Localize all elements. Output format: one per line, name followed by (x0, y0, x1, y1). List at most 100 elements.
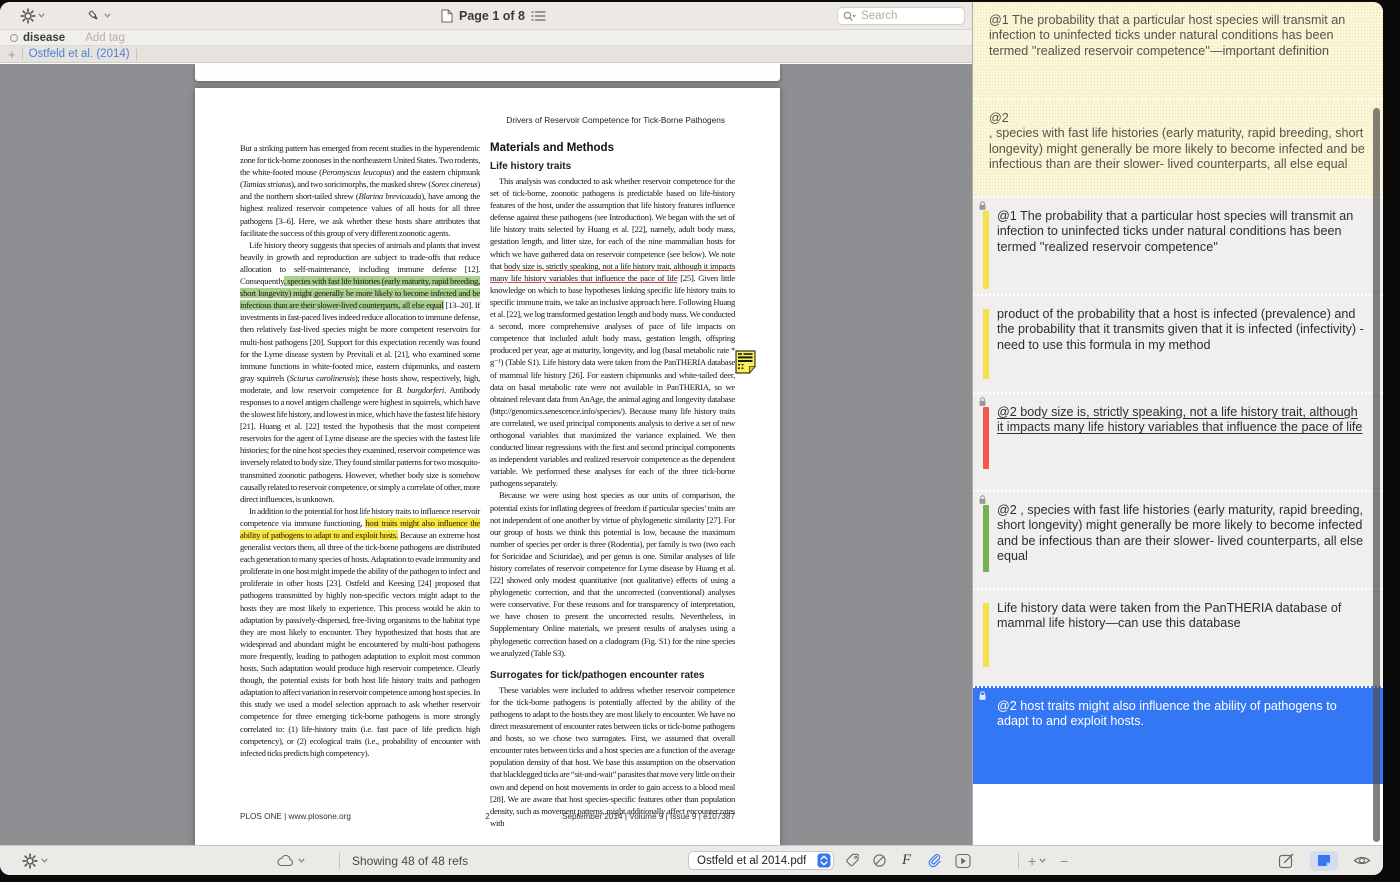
app-window: Page 1 of 8 dise (0, 2, 1383, 875)
highlight-color-bar (983, 407, 989, 469)
add-annotation-button[interactable]: + (1028, 846, 1046, 875)
tag-chip[interactable]: disease (23, 32, 65, 44)
pdf-page: Drivers of Reservoir Competence for Tick… (195, 88, 780, 845)
popup-stepper-icon (817, 853, 831, 868)
reference-link[interactable]: Ostfeld et al. (2014) (29, 48, 130, 60)
paragraph: In addition to the potential for host li… (240, 505, 480, 759)
annotation-card[interactable]: @2 , species with fast life histories (e… (973, 490, 1383, 588)
minus-icon: − (1060, 853, 1068, 869)
paragraph: But a striking pattern has emerged from … (240, 142, 480, 239)
plus-icon: + (1028, 853, 1036, 869)
page-icon[interactable] (441, 9, 453, 23)
tag-tool-button[interactable] (845, 846, 860, 875)
attachments-button[interactable] (926, 846, 942, 875)
document-name: Ostfeld et al 2014.pdf (697, 855, 806, 867)
lock-icon (978, 396, 987, 406)
notes-view-button[interactable] (1310, 851, 1338, 871)
add-reference-button[interactable]: + (8, 48, 16, 61)
divider (339, 853, 340, 869)
settings-button[interactable] (20, 8, 45, 24)
settings-button-bottom[interactable] (22, 846, 48, 875)
compose-icon[interactable] (1278, 852, 1295, 869)
gear-icon (22, 853, 38, 869)
issue-info: September 2014 | Volume 9 | Issue 9 | e1… (562, 812, 735, 821)
lock-icon (978, 690, 987, 700)
running-head: Drivers of Reservoir Competence for Tick… (240, 115, 725, 125)
divider (1018, 853, 1019, 869)
annotation-text: product of the probability that a host i… (997, 307, 1365, 353)
search-icon (843, 11, 856, 22)
left-pane: Page 1 of 8 dise (0, 2, 972, 845)
annotation-card-selected[interactable]: @2 host traits might also influence the … (973, 686, 1383, 784)
gear-icon (20, 8, 36, 24)
chevron-down-icon (38, 13, 45, 18)
search-input[interactable] (859, 9, 949, 23)
lock-icon (978, 494, 987, 504)
paragraph: This analysis was conducted to ask wheth… (490, 175, 735, 489)
no-highlight-button[interactable] (872, 846, 887, 875)
highlighter-icon (86, 8, 102, 24)
highlight-color-bar (983, 309, 989, 379)
refs-count-status: Showing 48 of 48 refs (352, 854, 468, 868)
lock-icon (978, 200, 987, 210)
remove-annotation-button[interactable]: − (1060, 846, 1068, 875)
annotation-text: @2 , species with fast life histories (e… (997, 503, 1365, 564)
tag-color-circle[interactable] (10, 34, 18, 42)
sticky-note-card[interactable]: @1 The probability that a particular hos… (973, 2, 1383, 98)
chevron-down-icon (298, 858, 305, 863)
outline-list-icon[interactable] (531, 10, 546, 22)
cloud-icon (276, 854, 295, 867)
paragraph: Because we were using host species as ou… (490, 489, 735, 658)
paragraph: Life history theory suggests that specie… (240, 239, 480, 505)
presentation-button[interactable] (955, 846, 971, 875)
section-heading: Materials and Methods (490, 142, 735, 154)
annotation-card[interactable]: product of the probability that a host i… (973, 294, 1383, 392)
tag-bar: disease Add tag (0, 30, 972, 46)
annotation-text: Life history data were taken from the Pa… (997, 601, 1365, 632)
annotation-card[interactable]: @2 body size is, strictly speaking, not … (973, 392, 1383, 490)
sticky-note-card[interactable]: @2 , species with fast life histories (e… (973, 98, 1383, 196)
highlight-color-bar (983, 505, 989, 572)
annotation-card[interactable]: @1 The probability that a particular hos… (973, 196, 1383, 294)
left-column: But a striking pattern has emerged from … (240, 142, 480, 829)
annotation-text: @1 The probability that a particular hos… (997, 209, 1365, 255)
subsection-heading: Surrogates for tick/pathogen encounter r… (490, 670, 735, 681)
paperclip-icon (926, 853, 942, 869)
sticky-note-annotation-icon[interactable] (735, 350, 756, 374)
reference-bar: + Ostfeld et al. (2014) (0, 46, 972, 63)
eye-icon[interactable] (1353, 854, 1371, 867)
bottom-toolbar: Showing 48 of 48 refs Ostfeld et al 2014… (0, 845, 1383, 875)
annotation-text: @2 host traits might also influence the … (997, 699, 1365, 730)
sticky-note-icon (1317, 854, 1331, 867)
font-f-icon: F (902, 852, 911, 869)
top-toolbar: Page 1 of 8 (0, 2, 972, 30)
divider (136, 49, 137, 60)
page-body: But a striking pattern has emerged from … (240, 142, 735, 829)
page-indicator: Page 1 of 8 (459, 9, 525, 23)
sync-button[interactable] (276, 846, 305, 875)
annotation-text: @2 body size is, strictly speaking, not … (997, 405, 1365, 436)
add-tag-field[interactable]: Add tag (85, 32, 125, 44)
pdf-viewer: Drivers of Reservoir Competence for Tick… (0, 64, 972, 845)
annotation-text: @2 , species with fast life histories (e… (989, 111, 1365, 172)
play-box-icon (955, 853, 971, 869)
paragraph: These variables were included to address… (490, 684, 735, 829)
divider (22, 49, 23, 60)
chevron-down-icon (41, 858, 48, 863)
subsection-heading: Life history traits (490, 161, 735, 172)
scrollbar-thumb[interactable] (1373, 108, 1380, 842)
annotation-text: @1 The probability that a particular hos… (989, 13, 1365, 59)
annotations-sidebar: @1 The probability that a particular hos… (972, 2, 1383, 845)
chevron-down-icon (1039, 858, 1046, 863)
highlighter-button[interactable] (86, 8, 111, 24)
tag-icon (845, 853, 860, 868)
highlight-color-bar (983, 603, 989, 667)
font-button[interactable]: F (902, 846, 911, 875)
search-field[interactable] (837, 7, 965, 25)
document-popup[interactable]: Ostfeld et al 2014.pdf (688, 851, 834, 870)
slash-circle-icon (872, 853, 887, 868)
chevron-down-icon (104, 13, 111, 18)
previous-page-edge (195, 64, 780, 81)
annotation-card[interactable]: Life history data were taken from the Pa… (973, 588, 1383, 686)
right-column: Materials and Methods Life history trait… (490, 142, 735, 829)
